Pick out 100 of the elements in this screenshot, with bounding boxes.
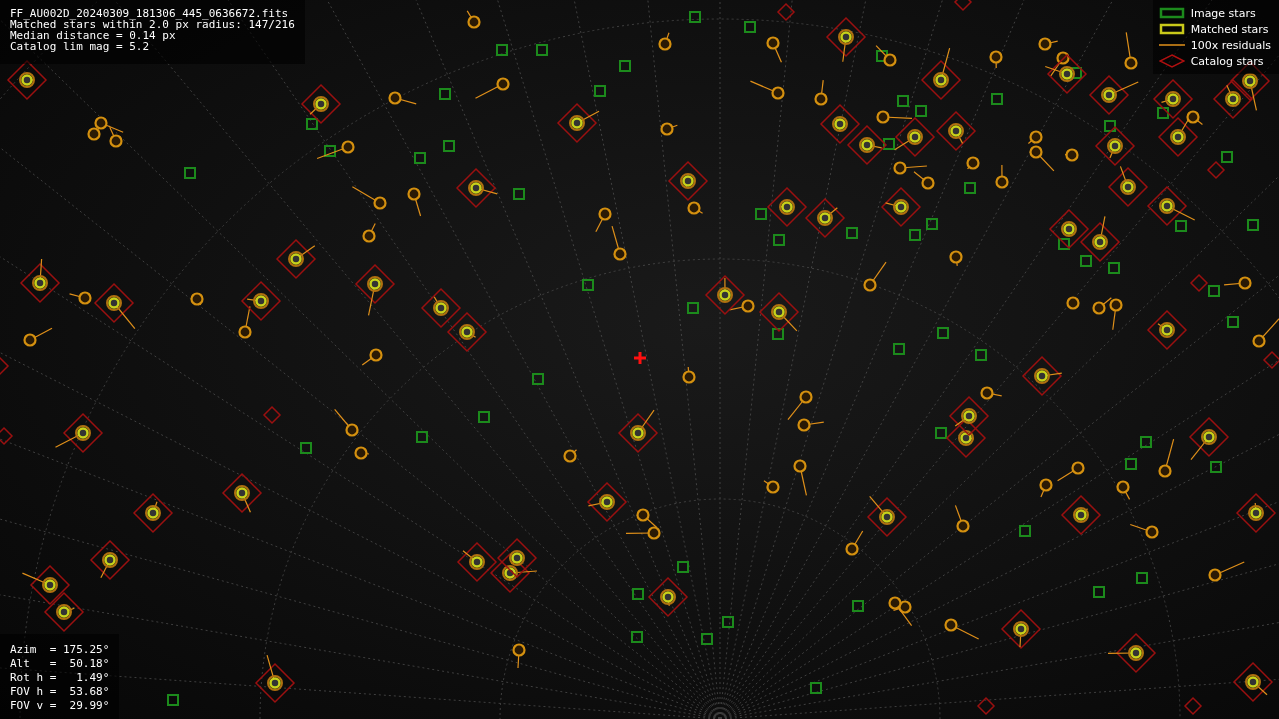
- catalog-star-marker: [1206, 160, 1226, 180]
- matched-star-marker: [617, 409, 659, 454]
- matched-star-marker: [1021, 355, 1063, 397]
- pointing-text: FOV h = 53.68°: [10, 686, 110, 697]
- catalog-star-marker: [728, 299, 755, 313]
- catalog-star-marker: [407, 187, 422, 217]
- matched-star-marker: [1079, 215, 1121, 263]
- image-star-swatch-icon: [1158, 7, 1185, 19]
- catalog-star-marker: [362, 222, 376, 243]
- matched-star-marker: [1107, 165, 1149, 208]
- catalog-star-marker: [1252, 318, 1279, 348]
- matched-star-marker: [1060, 494, 1102, 536]
- catalog-star-marker: [262, 405, 282, 425]
- matched-star-marker: [446, 311, 488, 353]
- catalog-star-marker: [361, 348, 383, 366]
- matched-star-marker: [1157, 116, 1199, 158]
- pointing-text: Azim = 175.25°: [10, 644, 110, 655]
- info-text: Median distance = 0.14 px: [10, 30, 176, 41]
- catalog-star-marker: [1186, 110, 1204, 125]
- catalog-star-marker: [682, 366, 696, 384]
- info-text: Catalog lim mag = 5.2: [10, 41, 151, 52]
- catalog-star-marker: [989, 50, 1003, 69]
- matched-star-marker: [496, 537, 538, 579]
- catalog-star-marker: [23, 327, 53, 347]
- matched-star-marker: [819, 103, 861, 145]
- matched-star-marker: [1235, 492, 1277, 534]
- catalog-star-marker: [1116, 480, 1131, 500]
- catalog-star-marker: [474, 77, 510, 99]
- matched-star-marker: [1232, 661, 1274, 703]
- catalog-star-marker: [944, 618, 980, 640]
- pointing-text: Rot h = 1.49°: [10, 672, 110, 683]
- catalog-star-marker: [1262, 350, 1279, 370]
- legend-label: Image stars: [1190, 6, 1256, 20]
- catalog-star-marker: [876, 110, 913, 124]
- matched-star-marker: [920, 47, 962, 101]
- catalog-star-marker: [1129, 523, 1159, 539]
- matched-star-marker: [1146, 185, 1196, 227]
- catalog-star-marker: [1124, 31, 1138, 70]
- legend-label: 100x residuals: [1190, 38, 1271, 52]
- matched-star-marker: [1188, 416, 1230, 461]
- matched-star-swatch-icon: [1158, 23, 1185, 35]
- legend-label: Catalog stars: [1190, 54, 1264, 68]
- catalog-star-marker: [0, 356, 10, 376]
- line-swatch-icon: [1158, 43, 1185, 47]
- catalog-star-marker: [351, 186, 387, 210]
- matched-star-marker: [1000, 608, 1042, 650]
- matched-star-marker: [945, 417, 987, 459]
- matched-star-marker: [89, 539, 131, 581]
- catalog-star-marker: [863, 261, 887, 292]
- matched-star-marker: [647, 576, 689, 618]
- matched-star-marker: [894, 116, 936, 158]
- matched-star-marker: [846, 124, 888, 166]
- matched-star-marker: [93, 282, 136, 330]
- catalog-star-marker: [611, 225, 627, 261]
- catalog-star-marker: [68, 291, 92, 305]
- matched-star-marker: [586, 481, 628, 523]
- catalog-star-marker: [512, 643, 526, 669]
- catalog-star-marker: [1189, 273, 1209, 293]
- matched-star-marker: [880, 186, 922, 228]
- center-cross-icon: [632, 350, 648, 366]
- matched-star-marker: [354, 263, 396, 316]
- matched-star-marker: [19, 258, 61, 304]
- matched-star-marker: [240, 280, 282, 322]
- matched-star-marker: [1212, 78, 1254, 120]
- matched-star-marker: [221, 472, 263, 514]
- matched-star-marker: [1044, 53, 1088, 95]
- matched-star-marker: [758, 291, 800, 333]
- matched-star-marker: [254, 654, 296, 704]
- catalog-star-marker: [766, 36, 782, 63]
- catalog-star-marker: [976, 696, 996, 716]
- catalog-star-marker: [814, 79, 828, 106]
- catalog-star-marker: [845, 530, 864, 556]
- info-text: FF_AU002D_20240309_181306_445_0636672.fits: [10, 8, 290, 19]
- matched-star-marker: [935, 110, 977, 152]
- matched-star-marker: [6, 59, 48, 101]
- catalog-star-marker: [238, 305, 252, 339]
- catalog-star-marker: [776, 2, 796, 22]
- matched-star-marker: [825, 16, 867, 63]
- matched-star-marker: [43, 591, 85, 633]
- catalog-star-marker: [953, 0, 973, 12]
- matched-star-marker: [456, 541, 498, 583]
- catalog-star-marker: [660, 122, 678, 136]
- matched-star-marker: [766, 186, 808, 228]
- matched-star-marker: [300, 83, 342, 125]
- legend-label: Matched stars: [1190, 22, 1269, 36]
- matched-star-marker: [948, 395, 990, 437]
- catalog-star-marker: [995, 164, 1009, 189]
- matched-star-marker: [667, 160, 709, 202]
- matched-star-marker: [21, 564, 71, 606]
- catalog-star-marker: [793, 459, 807, 496]
- catalog-star-marker: [875, 45, 897, 67]
- catalog-star-marker: [980, 386, 1003, 400]
- catalog-star-marker: [1039, 478, 1053, 498]
- catalog-star-marker: [1208, 561, 1245, 582]
- catalog-star-marker: [466, 10, 481, 29]
- matched-star-marker: [804, 197, 846, 239]
- catalog-star-marker: [1223, 276, 1252, 290]
- matched-star-marker: [866, 495, 908, 538]
- catalog-star-marker: [595, 207, 612, 233]
- matched-star-marker: [704, 274, 746, 316]
